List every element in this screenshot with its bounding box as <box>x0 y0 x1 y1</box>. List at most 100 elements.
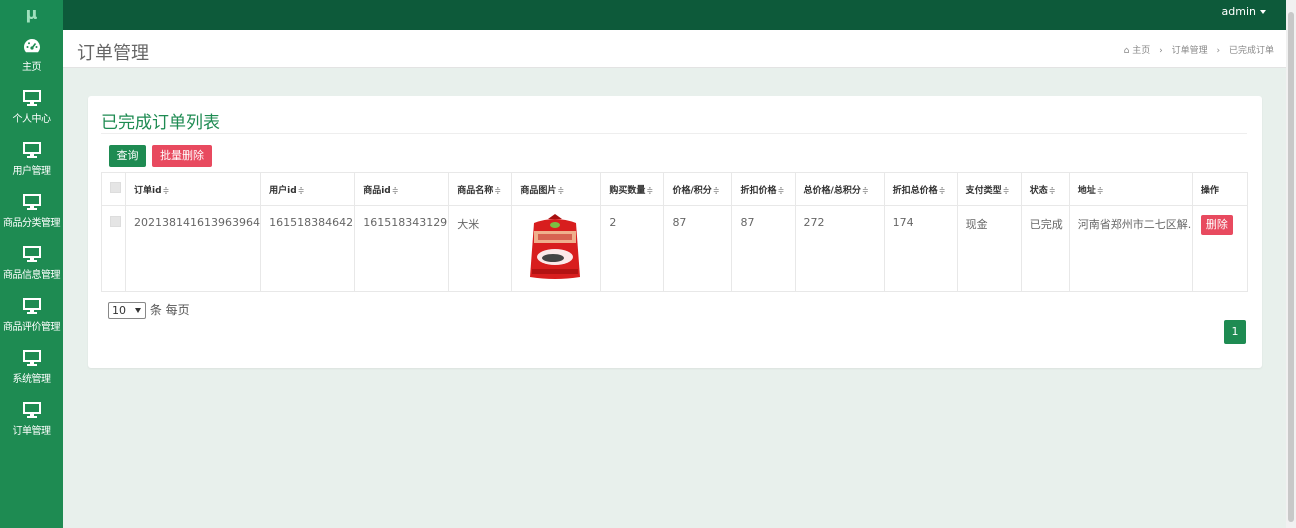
column-header-label: 购买数量 <box>609 185 646 196</box>
sidebar-item-label: 用户管理 <box>12 166 52 177</box>
query-button[interactable]: 查询 <box>109 145 146 167</box>
sidebar-item-label: 商品评价管理 <box>3 322 61 333</box>
sort-icon: ≑ <box>1002 185 1010 195</box>
monitor-icon <box>22 90 41 106</box>
column-header[interactable]: 价格/积分≑ <box>663 172 733 206</box>
breadcrumb-separator: › <box>1216 46 1221 56</box>
cell-user-id: 1615183846425 <box>260 205 356 292</box>
sort-icon: ≑ <box>297 185 305 195</box>
column-header[interactable]: 总价格/总积分≑ <box>794 172 885 206</box>
cell-pay-type: 现金 <box>956 205 1022 292</box>
sort-icon: ≑ <box>777 185 785 195</box>
sidebar-item-personal-center[interactable]: 个人中心 <box>0 82 63 134</box>
scrollbar-thumb[interactable] <box>1288 12 1294 522</box>
page-title: 订单管理 <box>77 43 149 64</box>
sidebar-item-categories[interactable]: 商品分类管理 <box>0 186 63 238</box>
caret-down-icon <box>1260 10 1266 14</box>
column-header-label: 总价格/总积分 <box>803 185 861 196</box>
cell-discount-total: 174 <box>883 205 958 292</box>
monitor-icon <box>22 246 41 262</box>
monitor-icon <box>22 142 41 158</box>
sort-icon: ≑ <box>1048 185 1056 195</box>
sort-icon: ≑ <box>557 185 565 195</box>
home-icon: ⌂ <box>1123 46 1130 56</box>
column-header-label: 状态 <box>1029 185 1048 196</box>
column-header[interactable]: 商品id≑ <box>354 172 450 206</box>
sidebar-item-label: 主页 <box>22 62 42 73</box>
monitor-icon <box>22 402 41 418</box>
sort-icon: ≑ <box>494 185 501 195</box>
table-header-row: 订单id≑ 用户id≑ 商品id≑ 商品名称≑ 商品图片≑ 购买数量≑ 价格/积… <box>100 172 1249 206</box>
monitor-icon <box>22 298 41 314</box>
page-scrollbar[interactable] <box>1286 0 1296 528</box>
cell-product-id: 1615183431297 <box>354 205 450 292</box>
column-header-label: 折扣总价格 <box>892 185 938 196</box>
column-header[interactable]: 地址≑ <box>1068 172 1193 206</box>
header-select-all[interactable] <box>100 172 127 206</box>
column-header-label: 地址 <box>1077 185 1096 196</box>
breadcrumb-home[interactable]: 主页 <box>1132 46 1150 56</box>
batch-delete-button[interactable]: 批量删除 <box>152 145 212 167</box>
page-size-control: 10 条 每页 <box>108 301 190 319</box>
cell-total: 272 <box>794 205 885 292</box>
column-header[interactable]: 折扣总价格≑ <box>883 172 958 206</box>
cell-status: 已完成 <box>1020 205 1070 292</box>
page-size-value: 10 <box>112 304 126 317</box>
user-menu[interactable]: admin <box>1222 0 1266 30</box>
cell-product-name: 大米 <box>448 205 513 292</box>
user-name: admin <box>1221 5 1256 18</box>
column-header-label: 价格/积分 <box>672 185 712 196</box>
column-header-actions: 操作 <box>1191 172 1249 206</box>
sort-icon: ≑ <box>712 185 720 195</box>
sidebar: 主页 个人中心 用户管理 商品分类管理 商品信息管理 商品评价管理 系统管理 订… <box>0 30 63 528</box>
column-header[interactable]: 订单id≑ <box>125 172 262 206</box>
sidebar-item-label: 系统管理 <box>12 374 52 385</box>
panel-title: 已完成订单列表 <box>101 108 1247 134</box>
cell-price: 87 <box>663 205 733 292</box>
top-navbar: μ admin <box>0 0 1286 30</box>
monitor-icon <box>22 194 41 210</box>
row-checkbox[interactable] <box>110 216 121 227</box>
column-header[interactable]: 用户id≑ <box>260 172 356 206</box>
dashboard-icon <box>23 39 40 53</box>
sidebar-item-orders[interactable]: 订单管理 <box>0 394 63 446</box>
cell-address: 河南省郑州市二七区解.. <box>1068 205 1193 292</box>
logo: μ <box>0 0 63 30</box>
pagination-page-1[interactable]: 1 <box>1224 320 1246 344</box>
column-header[interactable]: 购买数量≑ <box>600 172 665 206</box>
sort-icon: ≑ <box>938 185 946 195</box>
column-header-label: 订单id <box>134 185 162 196</box>
sidebar-item-users[interactable]: 用户管理 <box>0 134 63 186</box>
cell-discount-price: 87 <box>731 205 796 292</box>
sidebar-item-home[interactable]: 主页 <box>0 30 63 82</box>
sidebar-item-label: 商品分类管理 <box>3 218 61 229</box>
per-page-label: 条 每页 <box>149 303 190 317</box>
column-header[interactable]: 商品名称≑ <box>448 172 513 206</box>
page-header: 订单管理 ⌂ 主页 › 订单管理 › 已完成订单 <box>63 30 1286 68</box>
column-header-label: 折扣价格 <box>740 185 777 196</box>
breadcrumb-parent[interactable]: 订单管理 <box>1172 46 1208 56</box>
sidebar-item-system[interactable]: 系统管理 <box>0 342 63 394</box>
column-header[interactable]: 支付类型≑ <box>956 172 1022 206</box>
sidebar-item-reviews[interactable]: 商品评价管理 <box>0 290 63 342</box>
sidebar-item-label: 个人中心 <box>12 114 52 125</box>
delete-button[interactable]: 删除 <box>1200 215 1233 235</box>
table-row: 20213814161396396428 1615183846425 16151… <box>100 205 1249 292</box>
column-header[interactable]: 状态≑ <box>1020 172 1070 206</box>
page-size-select[interactable]: 10 <box>108 302 146 319</box>
select-all-checkbox[interactable] <box>110 182 121 193</box>
sort-icon: ≑ <box>861 185 869 195</box>
column-header[interactable]: 折扣价格≑ <box>731 172 796 206</box>
column-header-label: 支付类型 <box>965 185 1002 196</box>
orders-table: 订单id≑ 用户id≑ 商品id≑ 商品名称≑ 商品图片≑ 购买数量≑ 价格/积… <box>100 172 1249 292</box>
sidebar-item-label: 订单管理 <box>12 426 52 437</box>
row-select-cell[interactable] <box>100 205 127 292</box>
sort-icon: ≑ <box>1096 185 1104 195</box>
sidebar-item-products[interactable]: 商品信息管理 <box>0 238 63 290</box>
breadcrumb: ⌂ 主页 › 订单管理 › 已完成订单 <box>1124 43 1274 56</box>
rice-bag-image <box>520 213 591 281</box>
column-header[interactable]: 商品图片≑ <box>511 172 602 206</box>
main-content: 订单管理 ⌂ 主页 › 订单管理 › 已完成订单 已完成订单列表 查询 批量删除… <box>63 30 1286 528</box>
breadcrumb-current: 已完成订单 <box>1228 46 1274 56</box>
sort-icon: ≑ <box>391 185 399 195</box>
